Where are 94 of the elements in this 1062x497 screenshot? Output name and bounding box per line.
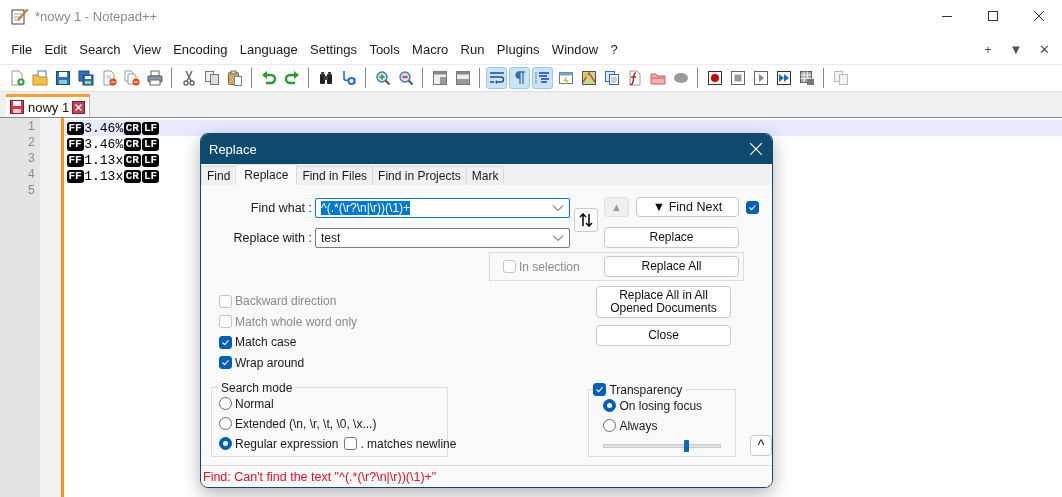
checkbox-label: Match whole word only <box>235 314 358 329</box>
line-number: 3 <box>26 152 36 168</box>
menu-control[interactable]: + <box>974 41 1002 57</box>
line-number: 4 <box>26 168 36 184</box>
close-icon[interactable] <box>1034 11 1044 21</box>
window-title: *nowy 1 - Notepad++ <box>35 8 159 24</box>
radio-button[interactable] <box>603 419 617 432</box>
checkbox[interactable] <box>344 437 358 450</box>
control-character: CR <box>123 169 141 183</box>
status-message: Find: Can't find the text "^(.*(\r?\n|\r))(\1)+" <box>201 465 772 487</box>
checkbox-label: Match case <box>235 335 297 349</box>
field-label: Find what : <box>249 200 312 215</box>
menu-item[interactable]: Language <box>233 38 304 60</box>
dialog-tab[interactable]: Find in Projects <box>372 166 467 185</box>
radio-label: Always <box>619 418 658 433</box>
radio-label: Extended (\n, \r, \t, \0, \x...) <box>235 416 377 431</box>
control-character: CR <box>123 153 141 167</box>
menu-item[interactable]: View <box>126 38 167 60</box>
menu-item[interactable]: Run <box>454 38 491 60</box>
menu-item[interactable]: File <box>5 38 39 60</box>
line-number: 2 <box>26 136 36 152</box>
control-character: FF <box>66 169 84 183</box>
line-text: 3.46% <box>84 136 124 152</box>
close-button[interactable]: Close <box>596 325 731 346</box>
field-label: Replace with : <box>232 230 312 245</box>
wrap-lines-icon[interactable] <box>486 67 507 89</box>
find-next-button[interactable]: ▼ Find Next <box>636 197 739 217</box>
indent-guide-icon[interactable] <box>532 67 553 89</box>
group-title: Search mode <box>220 380 294 395</box>
menu-item[interactable]: Window <box>545 38 605 60</box>
dialog-tab[interactable]: Find <box>201 166 237 185</box>
menu-item[interactable]: Tools <box>363 38 406 60</box>
control-character: LF <box>141 169 160 183</box>
radio-label: Regular expression <box>235 436 339 451</box>
combo-field[interactable]: test <box>315 227 570 248</box>
checkbox-label: Backward direction <box>235 294 337 308</box>
floppy-disks-icon[interactable] <box>75 67 96 89</box>
checkbox[interactable] <box>593 383 607 396</box>
close-icon[interactable] <box>72 100 86 114</box>
checkbox[interactable] <box>219 356 232 369</box>
checkbox-label: . matches newline <box>360 436 457 451</box>
pilcrow-icon[interactable] <box>509 67 530 89</box>
control-character: LF <box>141 153 160 167</box>
checkbox-label: In selection <box>519 259 580 274</box>
menu-control[interactable]: ▼ <box>1002 41 1030 57</box>
replace-all-button[interactable]: Replace All <box>604 256 739 277</box>
radio-label: Normal <box>235 396 274 411</box>
swap-arrows-icon <box>579 213 593 227</box>
checkmark-icon <box>594 384 606 395</box>
combo-field[interactable]: ^(.*(\r?\n|\r))(\1)+ <box>315 197 570 218</box>
control-character: FF <box>66 137 84 151</box>
line-number: 5 <box>26 184 36 200</box>
checkbox[interactable] <box>746 200 759 214</box>
control-character: FF <box>66 121 84 135</box>
dialog-tab[interactable]: Mark <box>465 166 505 185</box>
replace-all-documents-button[interactable]: Replace All in All Opened Documents <box>596 286 731 318</box>
line-text: 1.13x <box>84 152 124 168</box>
control-character: LF <box>141 121 160 135</box>
checkbox-label: Wrap around <box>235 355 305 370</box>
menu-item[interactable]: Edit <box>38 38 74 60</box>
menu-item[interactable]: ? <box>604 38 624 60</box>
slider-thumb[interactable] <box>683 439 689 452</box>
dialog-tab[interactable]: Find in Files <box>296 166 374 185</box>
radio-button[interactable] <box>219 417 232 430</box>
menu-item[interactable]: Settings <box>303 38 364 60</box>
line-text: 3.46% <box>84 120 124 136</box>
notepad-app-icon <box>10 7 28 25</box>
printer-icon[interactable] <box>144 67 165 89</box>
radio-label: On losing focus <box>619 398 703 413</box>
checkbox[interactable] <box>219 335 232 349</box>
checkbox-label: Transparency <box>609 382 683 397</box>
line-number: 1 <box>26 120 36 136</box>
collapse-button[interactable]: ^ <box>750 434 772 456</box>
replace-button[interactable]: Replace <box>604 227 739 248</box>
radio-button[interactable] <box>219 437 232 450</box>
line-text: 1.13x <box>84 168 124 184</box>
radio-button[interactable] <box>219 397 232 410</box>
maximize-icon[interactable] <box>988 11 998 21</box>
menu-item[interactable]: Macro <box>405 38 455 60</box>
checkmark-icon <box>220 357 231 368</box>
menu-control[interactable]: ✕ <box>1030 41 1058 57</box>
swap-button[interactable] <box>574 208 598 232</box>
menu-item[interactable]: Search <box>73 38 127 60</box>
documents-minus-icon[interactable] <box>121 67 142 89</box>
dialog-tab[interactable]: Replace <box>235 164 298 185</box>
control-character: LF <box>141 137 160 151</box>
menu-item[interactable]: Encoding <box>167 38 234 60</box>
file-tab[interactable]: nowy 1 <box>6 94 91 117</box>
menu-item[interactable]: Plugins <box>490 38 546 60</box>
radio-button[interactable] <box>603 399 617 412</box>
control-character: FF <box>66 153 84 167</box>
control-character: CR <box>123 137 141 151</box>
control-character: CR <box>123 121 141 135</box>
dialog-title: Replace <box>209 141 258 157</box>
